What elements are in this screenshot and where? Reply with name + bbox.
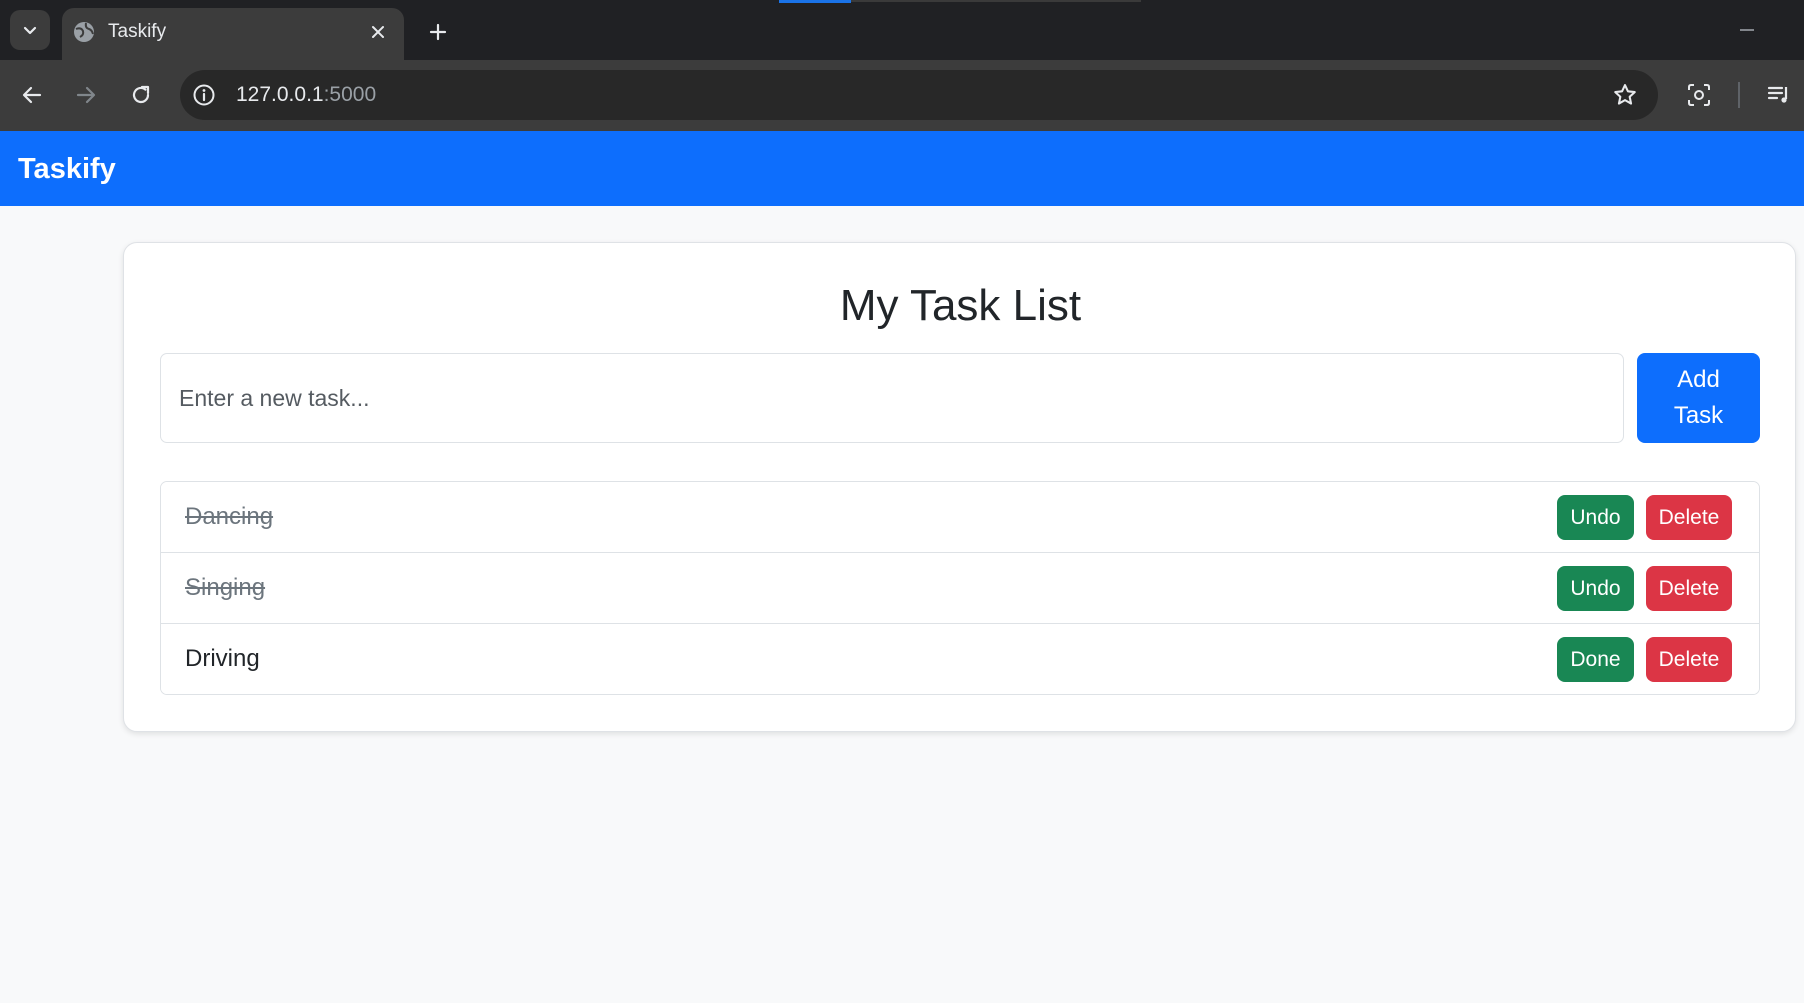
task-text: Driving <box>185 645 260 672</box>
url-port: :5000 <box>323 83 377 106</box>
task-text: Dancing <box>185 503 274 530</box>
forward-button[interactable] <box>68 77 104 113</box>
tab-strip-divider <box>851 0 1141 2</box>
url-host: 127.0.0.1 <box>236 83 324 106</box>
tab-title: Taskify <box>108 21 167 42</box>
task-row: Driving Done Delete <box>161 624 1759 694</box>
add-task-button[interactable]: Add Task <box>1637 353 1760 443</box>
tab-search-button[interactable] <box>10 10 50 50</box>
chevron-down-icon <box>23 26 37 35</box>
delete-button[interactable]: Delete <box>1646 566 1732 611</box>
task-card: My Task List Add Task Dancing Undo Delet… <box>123 242 1796 732</box>
app-navbar: Taskify <box>0 131 1804 206</box>
tab-loading-indicator <box>779 0 851 3</box>
page-title: My Task List <box>839 281 1082 330</box>
reload-icon <box>132 85 150 104</box>
arrow-left-icon <box>22 86 42 104</box>
undo-button[interactable]: Undo <box>1557 566 1634 611</box>
close-tab-button[interactable] <box>366 20 390 44</box>
camera-icon <box>1688 84 1710 106</box>
url-text: 127.0.0.1:5000 <box>236 82 376 108</box>
close-icon <box>372 26 384 38</box>
screenshot-button[interactable] <box>1684 80 1714 110</box>
browser-toolbar: 127.0.0.1:5000 <box>0 60 1804 131</box>
done-button[interactable]: Done <box>1557 637 1634 682</box>
arrow-right-icon <box>76 86 96 104</box>
delete-button[interactable]: Delete <box>1646 637 1732 682</box>
info-icon[interactable] <box>192 83 216 107</box>
back-button[interactable] <box>14 77 50 113</box>
minimize-window-button[interactable] <box>1735 18 1759 42</box>
address-bar[interactable]: 127.0.0.1:5000 <box>180 70 1658 120</box>
toolbar-separator <box>1738 82 1740 108</box>
globe-icon <box>74 22 94 42</box>
playlist-icon <box>1767 86 1788 103</box>
task-list: Dancing Undo Delete Singing Undo Delete … <box>160 481 1760 695</box>
plus-icon <box>429 23 447 41</box>
task-text: Singing <box>185 574 266 601</box>
new-tab-button[interactable] <box>420 14 456 50</box>
reload-button[interactable] <box>123 77 159 113</box>
brand-link[interactable]: Taskify <box>18 151 116 187</box>
new-task-input[interactable] <box>160 353 1624 443</box>
minimize-icon <box>1740 29 1754 31</box>
task-row: Dancing Undo Delete <box>161 482 1759 553</box>
task-row: Singing Undo Delete <box>161 553 1759 624</box>
star-icon[interactable] <box>1612 82 1638 108</box>
delete-button[interactable]: Delete <box>1646 495 1732 540</box>
browser-tab[interactable]: Taskify <box>62 8 404 60</box>
undo-button[interactable]: Undo <box>1557 495 1634 540</box>
browser-tab-strip: Taskify <box>0 0 1804 60</box>
reading-list-button[interactable] <box>1764 80 1794 110</box>
